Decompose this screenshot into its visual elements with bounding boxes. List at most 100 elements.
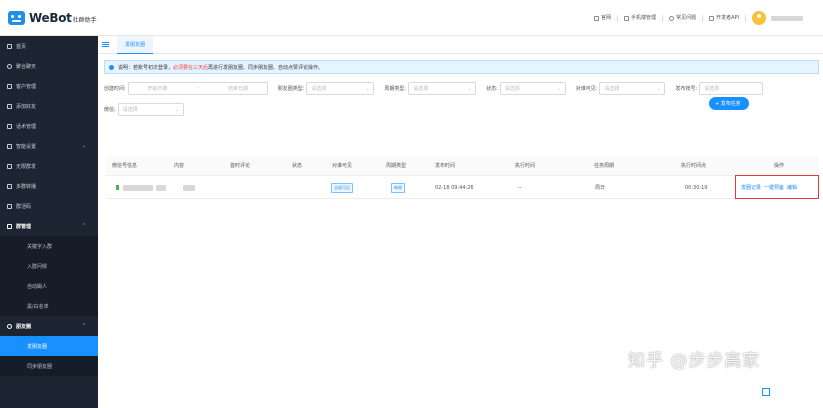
- phone-icon: [624, 15, 630, 21]
- notice-banner: 说明：若账号初次登录， 必须要在三天后 再进行发朋友圈、同步朋友圈、自动点赞评论…: [104, 60, 819, 74]
- wechat-select[interactable]: 请选择 ⌄: [117, 103, 184, 116]
- sidebar-item-label: 黑/白名单: [27, 303, 49, 310]
- select-placeholder: 请选择: [413, 85, 429, 92]
- add-task-button[interactable]: + 发布任务: [709, 97, 749, 110]
- sidebar-item-label: 发朋友圈: [27, 343, 48, 350]
- wechat-label: 微信:: [104, 107, 116, 113]
- api-icon: [709, 15, 715, 21]
- send-icon: [7, 163, 12, 169]
- date-range-picker[interactable]: 开始日期 - 结束日期: [127, 81, 268, 95]
- settings-icon: [7, 143, 12, 149]
- cell-visible-to: 全部可见: [331, 177, 353, 198]
- publish-account-label: 发布账号:: [675, 85, 698, 92]
- sidebar-item-scripts[interactable]: 话术管理: [0, 116, 98, 136]
- user-name-redacted[interactable]: [771, 15, 803, 21]
- sidebar: 首页 聚合聊天 客户管理 添加好友 话术管理 智能设置 ⌄ 无限群发 多群转播 群…: [0, 36, 98, 408]
- col-first-comment: 首时评论: [230, 163, 251, 169]
- sidebar-item-add-friend[interactable]: 添加好友: [0, 96, 98, 116]
- range-separator: -: [196, 85, 199, 91]
- chevron-up-icon: ⌃: [81, 223, 86, 229]
- chat-icon: [7, 63, 12, 69]
- sidebar-item-label: 群管理: [16, 223, 32, 230]
- link-faq[interactable]: 常见问题: [663, 14, 704, 22]
- visible-to-select[interactable]: 请选择 ⌄: [599, 81, 666, 95]
- col-content: 内容: [174, 163, 185, 169]
- sidebar-item-post-moments[interactable]: 发朋友圈: [0, 336, 98, 356]
- status-select[interactable]: 请选择 ⌄: [499, 81, 566, 95]
- moments-icon: [7, 323, 12, 329]
- chevron-down-icon: ⌄: [557, 85, 561, 91]
- sidebar-item-label: 关键字入群: [27, 243, 53, 250]
- sidebar-item-sync-moments[interactable]: 同步朋友圈: [0, 356, 98, 376]
- wechat-info-redacted: [116, 177, 198, 198]
- link-official-site[interactable]: 官网: [588, 14, 619, 22]
- sidebar-item-label: 同步朋友圈: [27, 363, 53, 370]
- home-icon: [7, 43, 12, 49]
- cycle-type-select[interactable]: 请选择 ⌄: [408, 81, 477, 95]
- notice-suffix: 再进行发朋友圈、同步朋友圈、自动点赞评论操作。: [208, 64, 324, 71]
- pagination-current[interactable]: [762, 388, 770, 396]
- brand-name: WeBot: [29, 10, 72, 25]
- sidebar-item-home[interactable]: 首页: [0, 36, 98, 56]
- visible-to-label: 对谁可见:: [575, 85, 598, 92]
- table-header: 微信号信息 内容 首时评论 状态 对谁可见 周期类型 发布时间 执行时间 任务周…: [106, 156, 819, 176]
- sidebar-item-chat[interactable]: 聚合聊天: [0, 56, 98, 76]
- link-label: 手机端管理: [631, 14, 657, 21]
- add-user-icon: [7, 103, 12, 109]
- sidebar-item-group-manage[interactable]: 群管理 ⌃: [0, 216, 98, 236]
- created-time-label: 创建时间:: [104, 85, 126, 92]
- broadcast-icon: [7, 183, 12, 189]
- qrcode-icon: [7, 203, 12, 209]
- cycle-type-label: 周期类型:: [384, 85, 407, 92]
- col-status: 状态: [292, 163, 303, 169]
- status-label: 状态:: [486, 85, 498, 92]
- avatar[interactable]: [752, 11, 766, 25]
- cell-cycle-type: 每周: [391, 177, 405, 198]
- redacted-content: [183, 184, 195, 191]
- filter-row: 创建时间: 开始日期 - 结束日期 朋友圈类型: 请选择 ⌄ 周期类型: 请选择 ⌄…: [104, 81, 819, 95]
- sidebar-item-customers[interactable]: 客户管理: [0, 76, 98, 96]
- logo[interactable]: WeBot 社群助手: [0, 0, 98, 36]
- post-record-link[interactable]: 发圈记录: [741, 184, 761, 191]
- sidebar-item-keyword-join[interactable]: 关键字入群: [0, 236, 98, 256]
- sidebar-item-label: 添加好友: [16, 103, 37, 110]
- menu-toggle-icon[interactable]: [102, 42, 109, 47]
- sidebar-item-moments[interactable]: 朋友圈 ⌃: [0, 316, 98, 336]
- tab-post-moments[interactable]: 发朋友圈: [117, 35, 154, 54]
- col-visible-to: 对谁可见: [332, 163, 353, 169]
- select-placeholder: 请选择: [604, 85, 620, 92]
- chevron-down-icon: ⌄: [657, 85, 661, 91]
- col-cycle-type: 周期类型: [386, 163, 407, 169]
- sidebar-item-auto-kick[interactable]: 自动踢人: [0, 276, 98, 296]
- sidebar-item-group-qrcode[interactable]: 群活码: [0, 196, 98, 216]
- user-icon: [7, 83, 12, 89]
- select-placeholder: 请选择: [311, 85, 327, 92]
- end-date-input[interactable]: 结束日期: [228, 85, 248, 92]
- col-exec-time: 执行时间: [515, 163, 536, 169]
- select-placeholder: 请选择: [704, 85, 720, 92]
- moments-type-select[interactable]: 请选择 ⌄: [306, 81, 375, 95]
- sidebar-item-blackwhite-list[interactable]: 黑/白名单: [0, 296, 98, 316]
- sidebar-item-mass-send[interactable]: 无限群发: [0, 156, 98, 176]
- monitor-icon: [594, 15, 600, 21]
- sidebar-item-label: 话术管理: [16, 123, 37, 130]
- link-mobile-manage[interactable]: 手机端管理: [618, 14, 664, 22]
- link-label: 开发者API: [716, 14, 739, 21]
- notice-highlight: 必须要在三天后: [173, 64, 209, 71]
- edit-link[interactable]: 编辑: [787, 184, 797, 191]
- sidebar-item-join-greeting[interactable]: 入群问候: [0, 256, 98, 276]
- cell-exec-point: 00:30:19: [685, 184, 708, 191]
- sidebar-item-broadcast[interactable]: 多群转播: [0, 176, 98, 196]
- filter-row-2: 微信: 请选择 ⌄: [104, 103, 194, 116]
- link-developer-api[interactable]: 开发者API: [703, 14, 746, 22]
- sidebar-item-label: 客户管理: [16, 83, 37, 90]
- group-icon: [7, 223, 12, 229]
- chevron-down-icon: ⌄: [81, 143, 86, 149]
- link-label: 官网: [601, 14, 612, 21]
- chevron-down-icon: ⌄: [467, 85, 472, 91]
- sidebar-item-smart-settings[interactable]: 智能设置 ⌄: [0, 136, 98, 156]
- start-date-input[interactable]: 开始日期: [147, 85, 167, 92]
- publish-account-select[interactable]: 请选择: [699, 81, 764, 95]
- one-click-prepare-link[interactable]: 一键预备: [764, 184, 784, 191]
- notice-prefix: 说明：若账号初次登录，: [118, 64, 174, 71]
